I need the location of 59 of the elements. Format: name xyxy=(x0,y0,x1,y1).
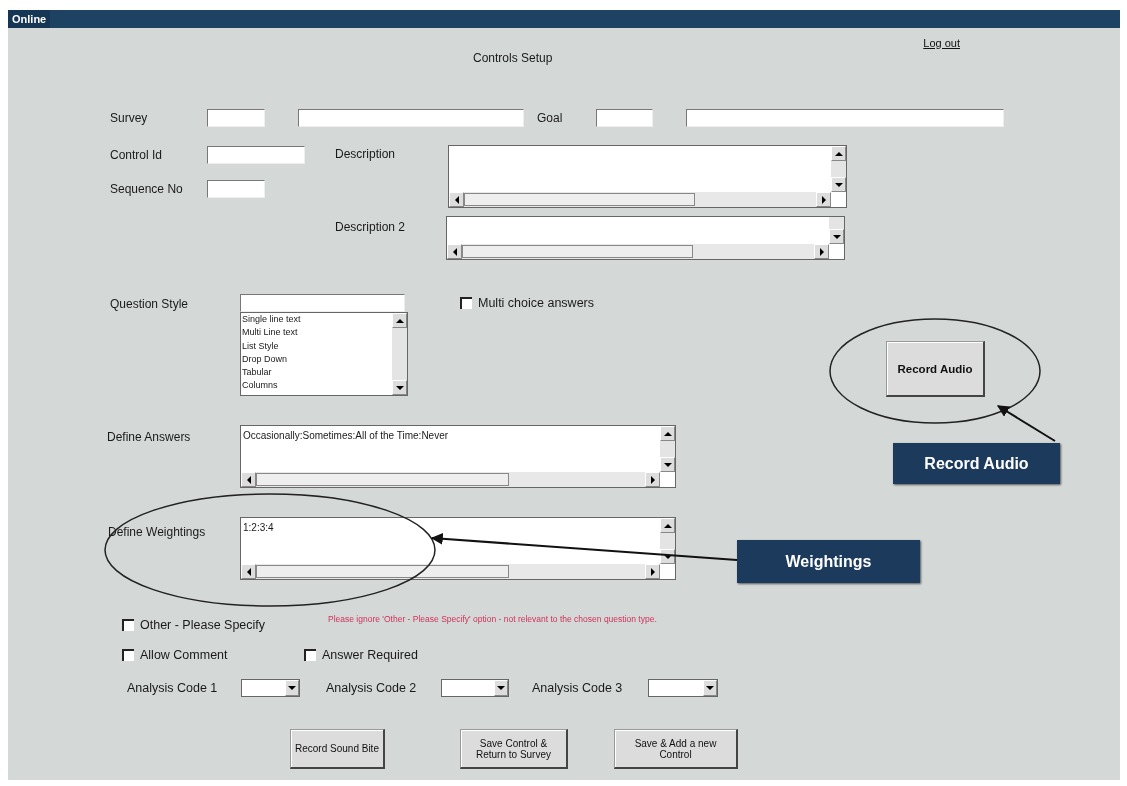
list-option[interactable]: Single line text xyxy=(242,313,392,327)
page-title: Controls Setup xyxy=(473,51,553,65)
input-field[interactable] xyxy=(207,109,265,127)
input-field[interactable] xyxy=(686,109,1004,127)
horizontal-scrollbar[interactable] xyxy=(447,244,829,259)
callout-label: Weightings xyxy=(737,540,920,583)
logout-link[interactable]: Log out xyxy=(923,37,960,49)
text-area[interactable]: 1:2:3:4 xyxy=(240,517,676,580)
field-label: Goal xyxy=(537,111,564,125)
field-label: Analysis Code 3 xyxy=(532,681,624,695)
window-title: Online xyxy=(8,10,51,28)
vertical-scrollbar[interactable] xyxy=(831,146,846,192)
checkbox[interactable] xyxy=(304,649,316,661)
horizontal-scrollbar[interactable] xyxy=(449,192,831,207)
list-option[interactable]: Columns xyxy=(242,379,392,393)
field-label: Analysis Code 1 xyxy=(127,681,219,695)
field-label: Define Answers xyxy=(107,430,192,444)
text-area[interactable] xyxy=(446,216,845,260)
list-option[interactable]: Tabular xyxy=(242,366,392,380)
text-area[interactable] xyxy=(448,145,847,208)
warning-note: Please ignore 'Other - Please Specify' option - not relevant to the chosen question type. xyxy=(328,614,657,624)
checkbox-label: Allow Comment xyxy=(140,648,228,662)
action-button[interactable]: Record Sound Bite xyxy=(290,729,385,769)
dropdown[interactable] xyxy=(441,679,509,697)
list-option[interactable]: Drop Down xyxy=(242,352,392,367)
callout-label: Record Audio xyxy=(893,443,1060,484)
text-area[interactable]: Occasionally:Sometimes:All of the Time:Never xyxy=(240,425,676,488)
field-label: Control Id xyxy=(110,148,164,162)
checkbox-label: Answer Required xyxy=(322,648,418,662)
horizontal-scrollbar[interactable] xyxy=(241,472,660,487)
list-box[interactable]: Single line text Multi Line text List Style Drop Down Tabular Columns xyxy=(240,312,408,396)
action-button[interactable]: Save & Add a new Control xyxy=(614,729,738,769)
checkbox[interactable] xyxy=(122,649,134,661)
list-option[interactable]: List Style xyxy=(242,339,392,353)
vertical-scrollbar[interactable] xyxy=(829,217,844,244)
arrow xyxy=(997,405,1056,442)
input-field[interactable] xyxy=(596,109,653,127)
dropdown[interactable] xyxy=(648,679,718,697)
field-label: Analysis Code 2 xyxy=(326,681,418,695)
field-label: Question Style xyxy=(110,297,190,311)
input-field[interactable] xyxy=(240,294,405,312)
field-label: Survey xyxy=(110,111,149,125)
dropdown[interactable] xyxy=(241,679,300,697)
input-field[interactable] xyxy=(298,109,524,127)
record-audio-button[interactable]: Record Audio xyxy=(886,341,985,397)
input-field[interactable] xyxy=(207,180,265,198)
field-label: Description 2 xyxy=(335,220,407,234)
input-field[interactable] xyxy=(207,146,305,164)
field-label: Description xyxy=(335,147,397,161)
checkbox-label: Other - Please Specify xyxy=(140,618,266,632)
vertical-scrollbar[interactable] xyxy=(660,518,675,564)
checkbox[interactable] xyxy=(122,619,134,631)
checkbox[interactable] xyxy=(460,297,472,309)
horizontal-scrollbar[interactable] xyxy=(241,564,660,579)
field-label: Sequence No xyxy=(110,182,184,196)
vertical-scrollbar[interactable] xyxy=(660,426,675,472)
action-button[interactable]: Save Control & Return to Survey xyxy=(460,729,568,769)
list-option[interactable]: Multi Line text xyxy=(242,326,392,340)
checkbox-label: Multi choice answers xyxy=(478,296,594,310)
